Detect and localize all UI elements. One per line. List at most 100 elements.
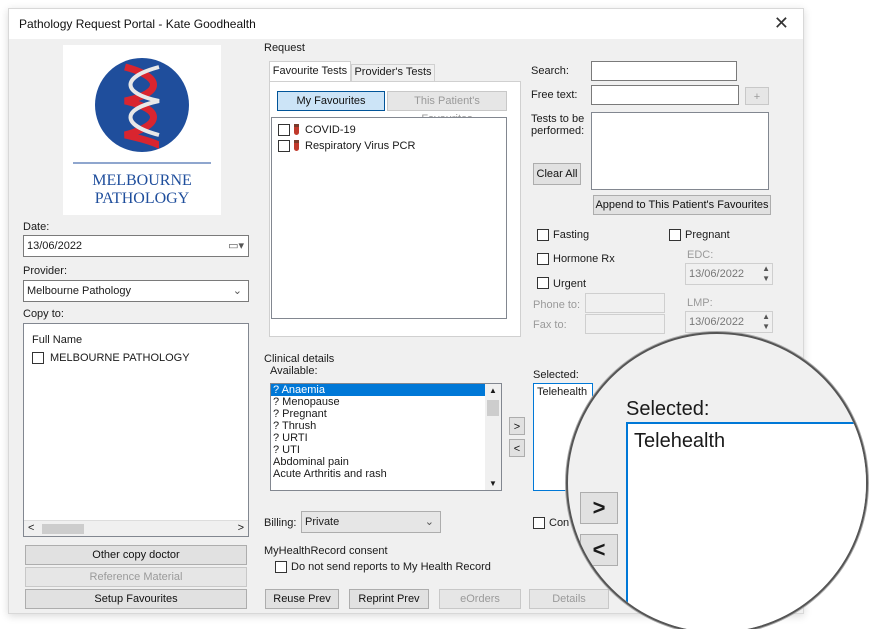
other-copy-doctor-button[interactable]: Other copy doctor: [25, 545, 247, 565]
tests-performed-box[interactable]: [591, 112, 769, 190]
details-button[interactable]: Details: [529, 589, 609, 609]
tab-favourite-label: Favourite Tests: [272, 65, 348, 77]
search-input[interactable]: [591, 61, 737, 81]
provider-select[interactable]: Melbourne Pathology ⌄: [23, 280, 249, 302]
phone-input[interactable]: [585, 293, 665, 313]
list-item[interactable]: ? Pregnant: [271, 408, 501, 420]
vertical-scrollbar[interactable]: ▲ ▼: [485, 384, 501, 490]
copyto-label: Copy to:: [23, 308, 64, 320]
copyto-header: Full Name: [32, 334, 83, 346]
copyto-list[interactable]: Full Name MELBOURNE PATHOLOGY < >: [23, 323, 249, 537]
list-item[interactable]: ? UTI: [271, 444, 501, 456]
urgent-checkbox[interactable]: [537, 277, 549, 289]
request-group-label: Request: [264, 42, 305, 54]
fasting-checkbox[interactable]: [537, 229, 549, 241]
zoom-magnifier: Selected: Telehealth > <: [566, 332, 868, 629]
pregnant-label: Pregnant: [685, 229, 730, 241]
pregnant-checkbox[interactable]: [669, 229, 681, 241]
myhealth-checkbox[interactable]: [275, 561, 287, 573]
fax-input[interactable]: [585, 314, 665, 334]
test-tube-icon: [294, 124, 299, 135]
lmp-field[interactable]: 13/06/2022 ▲ ▼: [685, 311, 773, 333]
zoom-selected-box: Telehealth: [626, 422, 866, 629]
list-item[interactable]: Abdominal pain: [271, 456, 501, 468]
zoom-selected-value: Telehealth: [634, 430, 726, 452]
move-right-button[interactable]: >: [509, 417, 525, 435]
setup-favourites-button[interactable]: Setup Favourites: [25, 589, 247, 609]
scroll-thumb[interactable]: [487, 400, 499, 416]
close-icon[interactable]: ✕: [774, 13, 789, 34]
scroll-up-icon[interactable]: ▲: [489, 386, 497, 395]
tab-providers-tests[interactable]: Provider's Tests: [351, 64, 435, 81]
fax-label: Fax to:: [533, 319, 567, 331]
copyto-item-checkbox[interactable]: [32, 352, 44, 364]
move-left-button[interactable]: <: [509, 439, 525, 457]
date-field[interactable]: 13/06/2022 ▭▾: [23, 235, 249, 257]
reuse-prev-button[interactable]: Reuse Prev: [265, 589, 339, 609]
spinner-icon[interactable]: ▲ ▼: [762, 264, 770, 284]
billing-label: Billing:: [264, 517, 297, 529]
test-item-respiratory[interactable]: Respiratory Virus PCR: [278, 140, 415, 153]
billing-value: Private: [305, 516, 340, 528]
lmp-label: LMP:: [687, 297, 713, 309]
scroll-left-icon[interactable]: <: [28, 522, 34, 534]
confirm-checkbox[interactable]: [533, 517, 545, 529]
billing-select[interactable]: Private ⌄: [301, 511, 441, 533]
reprint-prev-button[interactable]: Reprint Prev: [349, 589, 429, 609]
zoom-selected-label: Selected:: [626, 398, 710, 420]
myhealth-label: Do not send reports to My Health Record: [291, 561, 491, 573]
eorders-button[interactable]: eOrders: [439, 589, 521, 609]
chevron-down-icon: ⌄: [232, 285, 242, 297]
calendar-icon[interactable]: ▭▾: [228, 236, 244, 256]
zoom-move-right-button: >: [580, 492, 618, 524]
test-item-covid[interactable]: COVID-19: [278, 124, 356, 137]
chevron-down-icon: ⌄: [424, 516, 434, 528]
search-label: Search:: [531, 65, 569, 77]
list-item[interactable]: ? Menopause: [271, 396, 501, 408]
hormone-label: Hormone Rx: [553, 253, 615, 265]
selected-value: Telehealth: [537, 386, 588, 398]
date-label: Date:: [23, 221, 50, 233]
edc-label: EDC:: [687, 249, 714, 261]
favourite-tests-list[interactable]: COVID-19 Respiratory Virus PCR: [271, 117, 507, 319]
list-item[interactable]: ? URTI: [271, 432, 501, 444]
date-value: 13/06/2022: [27, 240, 83, 252]
clear-all-button[interactable]: Clear All: [533, 163, 581, 185]
list-item[interactable]: ? Anaemia: [271, 384, 485, 396]
patient-favourites-button[interactable]: This Patient's Favourites: [387, 91, 507, 125]
scroll-down-icon[interactable]: ▼: [489, 479, 497, 488]
zoom-move-left-button: <: [580, 534, 618, 566]
title-bar: Pathology Request Portal - Kate Goodheal…: [9, 9, 803, 39]
list-item[interactable]: Acute Arthritis and rash: [271, 468, 501, 480]
urgent-label: Urgent: [553, 278, 587, 290]
test-tube-icon: [294, 140, 299, 151]
available-list[interactable]: ? Anaemia ? Menopause ? Pregnant ? Thrus…: [270, 383, 502, 491]
edc-field[interactable]: 13/06/2022 ▲ ▼: [685, 263, 773, 285]
provider-label: Provider:: [23, 265, 68, 277]
clinical-group-label: Clinical details: [264, 353, 335, 365]
window-title: Pathology Request Portal - Kate Goodheal…: [19, 17, 256, 31]
lmp-value: 13/06/2022: [689, 316, 745, 328]
horizontal-scrollbar[interactable]: < >: [24, 520, 248, 536]
scroll-thumb[interactable]: [42, 524, 84, 534]
spinner-icon[interactable]: ▲ ▼: [762, 312, 770, 332]
reference-material-button[interactable]: Reference Material: [25, 567, 247, 587]
test-checkbox[interactable]: [278, 140, 290, 153]
myhealth-group-label: MyHealthRecord consent: [264, 545, 388, 557]
tab-favourite-tests[interactable]: Favourite Tests: [269, 61, 351, 81]
zoom-left-label: <: [592, 537, 606, 562]
test-checkbox[interactable]: [278, 124, 290, 137]
test-label: COVID-19: [305, 124, 356, 136]
confirm-label: Con: [549, 517, 570, 529]
my-favourites-button[interactable]: My Favourites: [277, 91, 385, 111]
tab-providers-label: Provider's Tests: [354, 66, 432, 78]
tests-label-1: Tests to be: [531, 113, 585, 125]
list-item[interactable]: ? Thrush: [271, 420, 501, 432]
append-favourites-button[interactable]: Append to This Patient's Favourites: [593, 195, 771, 215]
freetext-input[interactable]: [591, 85, 739, 105]
scroll-right-icon[interactable]: >: [238, 522, 244, 534]
add-freetext-button[interactable]: +: [745, 87, 769, 105]
hormone-checkbox[interactable]: [537, 253, 549, 265]
tests-label-2: performed:: [531, 125, 585, 137]
phone-label: Phone to:: [533, 299, 581, 311]
